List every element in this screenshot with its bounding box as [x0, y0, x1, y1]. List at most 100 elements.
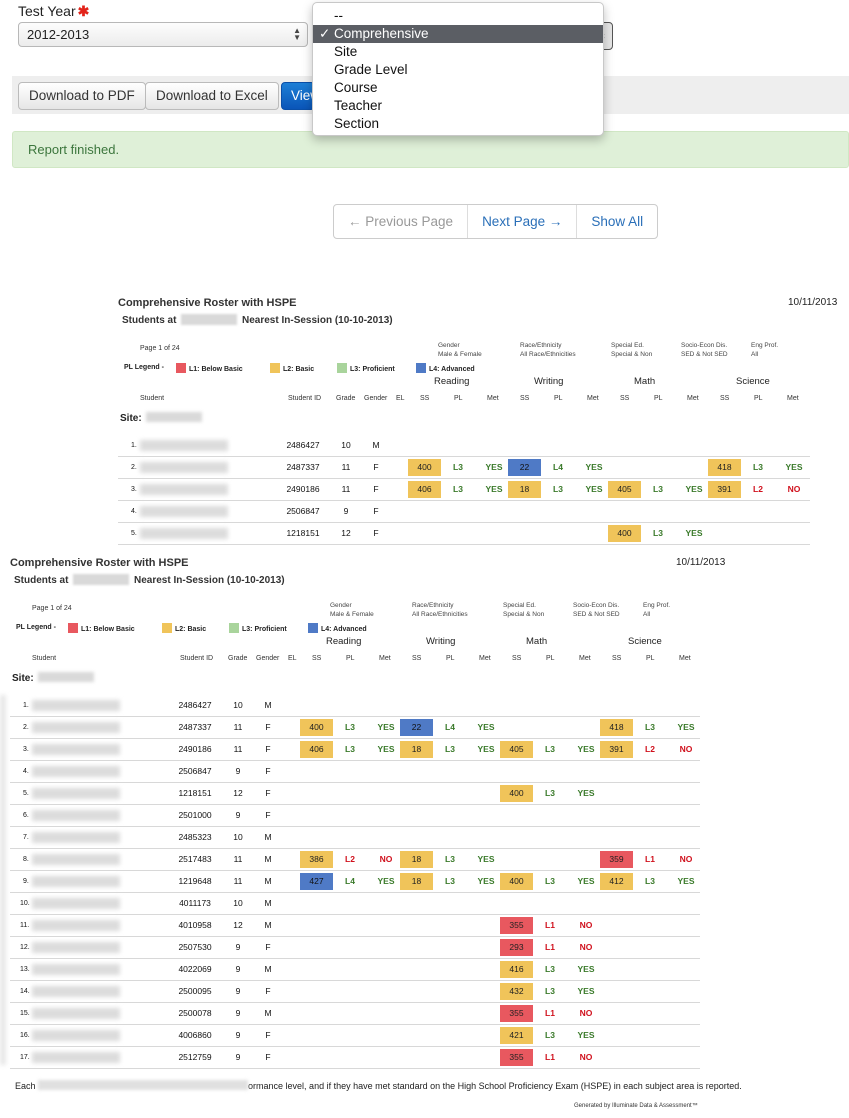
pl-legend-item: L2: Basic — [270, 363, 314, 373]
report-filter-value: SED & Not SED — [573, 611, 620, 618]
met-standard: YES — [685, 484, 703, 494]
pl-legend-item: L3: Proficient — [229, 623, 287, 633]
report-filter: Eng Prof. All — [643, 601, 670, 619]
met-standard: NO — [579, 1008, 593, 1018]
performance-level: L2 — [345, 854, 355, 864]
report-by-option[interactable]: Course — [313, 79, 603, 97]
gender: F — [265, 766, 271, 776]
performance-level: L3 — [453, 462, 463, 472]
redacted-student-name — [32, 920, 120, 931]
score-box: 355 — [500, 917, 533, 934]
report-by-option-label: Grade Level — [334, 62, 408, 77]
report-date: 10/11/2013 — [788, 297, 838, 308]
report-by-option[interactable]: -- — [313, 7, 603, 25]
report-filter: Race/Ethnicity All Race/Ethnicities — [412, 601, 468, 619]
performance-level: L2 — [645, 744, 655, 754]
redacted-student-name — [140, 484, 228, 495]
report-by-option[interactable]: Site — [313, 43, 603, 61]
met-standard: YES — [677, 722, 695, 732]
report-by-option-label: Comprehensive — [334, 26, 429, 41]
table-row: 1. 2486427 10 M — [10, 695, 700, 717]
performance-level: L3 — [653, 484, 663, 494]
redacted-student-name — [32, 722, 120, 733]
met-standard: YES — [577, 788, 595, 798]
redacted-student-name — [32, 766, 120, 777]
legend-swatch — [416, 363, 426, 373]
score-box: 18 — [400, 741, 433, 758]
report-by-option[interactable]: Teacher — [313, 97, 603, 115]
download-excel-button[interactable]: Download to Excel — [145, 82, 279, 110]
status-alert: Report finished. — [12, 131, 849, 168]
subject-header: Reading — [434, 376, 470, 387]
student-id: 2487337 — [178, 722, 212, 732]
grade: 9 — [235, 1052, 241, 1062]
performance-level: L3 — [545, 964, 555, 974]
score-box: 400 — [500, 873, 533, 890]
performance-level: L3 — [345, 722, 355, 732]
previous-page-button[interactable]: ← Previous Page — [334, 205, 469, 238]
column-header: Met — [587, 395, 599, 402]
report-date: 10/11/2013 — [676, 557, 726, 568]
redacted-student-name — [32, 964, 120, 975]
student-id: 1218151 — [178, 788, 212, 798]
report-filter-label: Special Ed. — [611, 342, 644, 349]
score-box: 18 — [400, 873, 433, 890]
view-button[interactable]: View — [281, 82, 315, 110]
gender: M — [264, 1008, 272, 1018]
student-id: 2486427 — [286, 440, 320, 450]
report-by-option[interactable]: ✓ Comprehensive — [313, 25, 603, 43]
score-box: 427 — [300, 873, 333, 890]
show-all-button[interactable]: Show All — [577, 205, 657, 238]
performance-level: L2 — [753, 484, 763, 494]
grade: 10 — [233, 700, 243, 710]
pl-legend-text: L3: Proficient — [350, 366, 395, 373]
met-standard: YES — [585, 484, 603, 494]
column-header: PL — [454, 395, 463, 402]
subject-header: Science — [628, 636, 662, 647]
table-row: 17. 2512759 9 F 355 L1 NO — [10, 1047, 700, 1069]
gender: F — [265, 722, 271, 732]
report-by-dropdown[interactable]: -- ✓ Comprehensive Site Grade Level Course Tea… — [312, 2, 604, 136]
report-by-option[interactable]: Section — [313, 115, 603, 133]
met-standard: NO — [679, 854, 693, 864]
column-header: Met — [379, 655, 391, 662]
gender: F — [373, 528, 379, 538]
performance-level: L4 — [553, 462, 563, 472]
report-by-option-label: Teacher — [334, 98, 383, 113]
gender: M — [264, 832, 272, 842]
column-header: PL — [654, 395, 663, 402]
table-row: 5. 1218151 12 F 400 L3 YES — [10, 783, 700, 805]
grade: 11 — [233, 876, 243, 886]
met-standard: YES — [577, 744, 595, 754]
student-id: 4022069 — [178, 964, 212, 974]
table-row: 3. 2490186 11 F 406 L3 YES 18 L3 YES 405 L3 YES 391 L2… — [10, 739, 700, 761]
report-subtitle-prefix: Students at — [14, 575, 72, 586]
report-title: Comprehensive Roster with HSPE — [10, 557, 189, 569]
report-filter: Eng Prof. All — [751, 341, 778, 359]
redacted-site-name — [37, 672, 94, 682]
performance-level: L3 — [653, 528, 663, 538]
site-label-text: Site: — [120, 413, 142, 424]
subject-header: Science — [736, 376, 770, 387]
met-standard: YES — [477, 744, 495, 754]
grade: 9 — [235, 766, 241, 776]
score-box: 405 — [608, 481, 641, 498]
table-row: 3. 2490186 11 F 406 L3 YES 18 L3 YES 405 L3 YES 391 L2… — [118, 479, 810, 501]
redacted-student-name — [32, 810, 120, 821]
pl-legend-label: PL Legend - — [16, 624, 56, 631]
report-filter-label: Gender — [330, 602, 352, 609]
performance-level: L3 — [545, 744, 555, 754]
column-header: Student — [140, 395, 165, 402]
report-by-option[interactable]: Grade Level — [313, 61, 603, 79]
report-filter-label: Eng Prof. — [643, 602, 671, 609]
performance-level: L1 — [645, 854, 655, 864]
next-page-button[interactable]: Next Page → — [468, 205, 578, 238]
score-box: 391 — [708, 481, 741, 498]
download-pdf-button[interactable]: Download to PDF — [18, 82, 146, 110]
gender: M — [264, 920, 272, 930]
score-box: 386 — [300, 851, 333, 868]
test-year-select[interactable]: 2012-2013 ▲ ▼ — [18, 22, 308, 47]
column-header: Gender — [256, 655, 280, 662]
column-header: Grade — [228, 655, 248, 662]
report-filter: Race/Ethnicity All Race/Ethnicities — [520, 341, 576, 359]
